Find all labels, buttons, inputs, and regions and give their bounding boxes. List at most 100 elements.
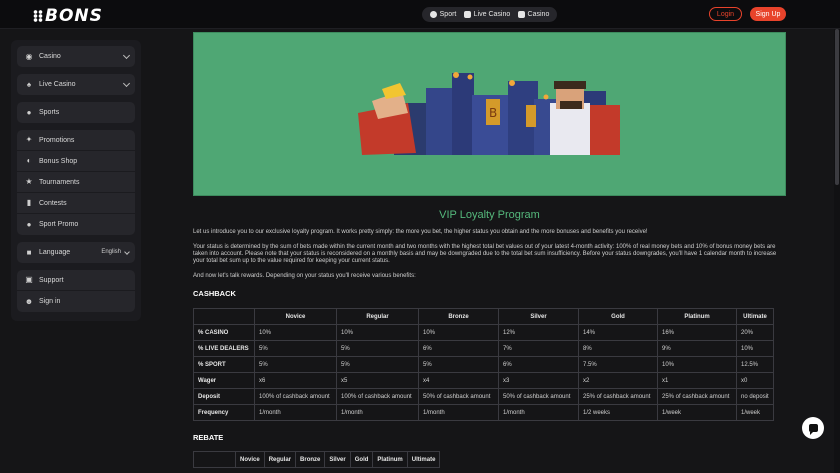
table-header-cell: Novice	[254, 308, 337, 325]
row-label-cell: % SPORT	[193, 356, 255, 373]
tab-sport-label: Sport	[439, 11, 457, 18]
cashback-title: CASHBACK	[193, 289, 236, 298]
row-label-cell: % CASINO	[193, 324, 255, 341]
table-cell: 50% of cashback amount	[418, 388, 499, 405]
sidebar-item-support[interactable]: ▣ Support	[17, 270, 135, 291]
sidebar-item-casino[interactable]: ◉ Casino	[17, 46, 135, 67]
sidebar-item-label: Live Casino	[39, 81, 76, 88]
table-header-cell: Novice	[235, 451, 265, 468]
table-cell: 1/month	[498, 404, 579, 421]
tab-casino-label: Casino	[527, 11, 550, 18]
table-cell: 5%	[254, 340, 337, 357]
table-header-cell: Silver	[324, 451, 351, 468]
table-cell: 100% of cashback amount	[336, 388, 419, 405]
product-tabs: Sport Live Casino Casino	[422, 7, 557, 22]
card-club-icon	[463, 11, 471, 18]
table-cell: 1/week	[657, 404, 737, 421]
login-button[interactable]: Login	[709, 7, 742, 21]
sidebar-item-bonus-shop[interactable]: ◐ Bonus Shop	[17, 151, 135, 172]
soccer-ball-icon: ●	[26, 107, 32, 117]
sidebar-item-live-casino[interactable]: ♠ Live Casino	[17, 74, 135, 95]
table-cell: 10%	[336, 324, 419, 341]
chevron-down-icon[interactable]	[122, 51, 131, 60]
table-header-cell	[193, 308, 255, 325]
sidebar-item-promotions[interactable]: ✦ Promotions	[17, 130, 135, 151]
chevron-down-icon[interactable]	[124, 249, 130, 255]
sidebar-item-sign-in[interactable]: ☻ Sign in	[17, 291, 135, 312]
table-cell: x1	[657, 372, 737, 389]
sidebar-item-label: Sports	[39, 109, 60, 116]
chevron-down-icon[interactable]	[122, 79, 131, 88]
castle-illustration: B	[358, 72, 620, 155]
sidebar-item-label: Sign in	[39, 298, 61, 305]
sidebar-item-tournaments[interactable]: ★ Tournaments	[17, 172, 135, 193]
table-cell: 5%	[418, 356, 499, 373]
table-row: Wager x6 x5 x4 x3 x2 x1 x0	[193, 372, 774, 389]
table-cell: 10%	[418, 324, 499, 341]
table-cell: x4	[418, 372, 499, 389]
status-text: Your status is determined by the sum of …	[193, 244, 777, 264]
tab-sport[interactable]: Sport	[429, 11, 457, 18]
table-row: % SPORT 5% 5% 5% 6% 7.5% 10% 12.5%	[193, 356, 774, 373]
sidebar-item-label: Sport Promo	[39, 221, 79, 228]
table-header-row: Novice Regular Bronze Silver Gold Platin…	[193, 451, 441, 468]
sidebar-item-sports[interactable]: ● Sports	[17, 102, 135, 123]
language-selector[interactable]: ■ Language English	[17, 242, 135, 263]
table-cell: 25% of cashback amount	[657, 388, 737, 405]
table-row: Frequency 1/month 1/month 1/month 1/month 1/2…	[193, 404, 774, 421]
soccer-ball-icon	[429, 11, 437, 18]
table-cell: 12.5%	[736, 356, 774, 373]
table-cell: 10%	[657, 356, 737, 373]
sidebar-item-sport-promo[interactable]: ● Sport Promo	[17, 214, 135, 235]
shop-icon: ◐	[26, 156, 32, 165]
intro-text: Let us introduce you to our exclusive lo…	[193, 229, 648, 235]
table-header-cell: Bronze	[418, 308, 499, 325]
table-cell: 7%	[498, 340, 579, 357]
page-title: VIP Loyalty Program	[439, 209, 540, 221]
sidebar-item-label: Contests	[39, 199, 67, 207]
logo-dots-icon	[33, 10, 43, 22]
language-value: English	[101, 249, 121, 255]
sidebar: ◉ Casino ♠ Live Casino ● Sports ✦ Promot…	[11, 40, 141, 321]
tab-live-casino[interactable]: Live Casino	[463, 11, 511, 18]
scrollbar-thumb[interactable]	[835, 29, 839, 185]
table-cell: 6%	[418, 340, 499, 357]
table-row: % CASINO 10% 10% 10% 12% 14% 16% 20%	[193, 324, 774, 341]
table-cell: 1/month	[418, 404, 499, 421]
row-label-cell: Frequency	[193, 404, 255, 421]
bons-logo[interactable]: BONS	[33, 6, 103, 26]
table-row: Deposit 100% of cashback amount 100% of ca…	[193, 388, 774, 405]
table-header-cell: Platinum	[372, 451, 408, 468]
table-header-cell: Gold	[578, 308, 658, 325]
table-cell: 20%	[736, 324, 774, 341]
rebate-title: REBATE	[193, 433, 224, 442]
table-cell: 25% of cashback amount	[578, 388, 658, 405]
main-content: B VIP Loyalty Program Let us introduce y…	[193, 32, 786, 468]
cashback-table: Novice Regular Bronze Silver Gold Platin…	[193, 308, 774, 421]
table-cell: 5%	[254, 356, 337, 373]
table-cell: 7.5%	[578, 356, 658, 373]
table-cell: x6	[254, 372, 337, 389]
table-cell: 10%	[254, 324, 337, 341]
table-header-cell: Regular	[336, 308, 419, 325]
live-chat-button[interactable]	[802, 417, 824, 439]
table-cell: 100% of cashback amount	[254, 388, 337, 405]
sidebar-item-contests[interactable]: ▮ Contests	[17, 193, 135, 214]
table-cell: 8%	[578, 340, 658, 357]
table-header-cell: Ultimate	[406, 451, 441, 468]
support-group: ▣ Support ☻ Sign in	[17, 270, 135, 312]
svg-text:B: B	[489, 106, 497, 120]
sign-up-button[interactable]: Sign Up	[750, 7, 786, 21]
table-cell: 50% of cashback amount	[498, 388, 579, 405]
table-cell: no deposit	[736, 388, 774, 405]
table-cell: 5%	[336, 356, 419, 373]
table-cell: 1/2 weeks	[578, 404, 658, 421]
live-casino-icon: ♠	[26, 79, 32, 89]
tab-casino[interactable]: Casino	[517, 11, 550, 18]
casino-icon: ◉	[25, 51, 33, 61]
table-cell: x0	[736, 372, 774, 389]
tab-live-casino-label: Live Casino	[473, 11, 511, 18]
sidebar-item-label: Promotions	[39, 136, 75, 144]
flag-icon: ■	[26, 247, 32, 257]
table-cell: 14%	[578, 324, 658, 341]
